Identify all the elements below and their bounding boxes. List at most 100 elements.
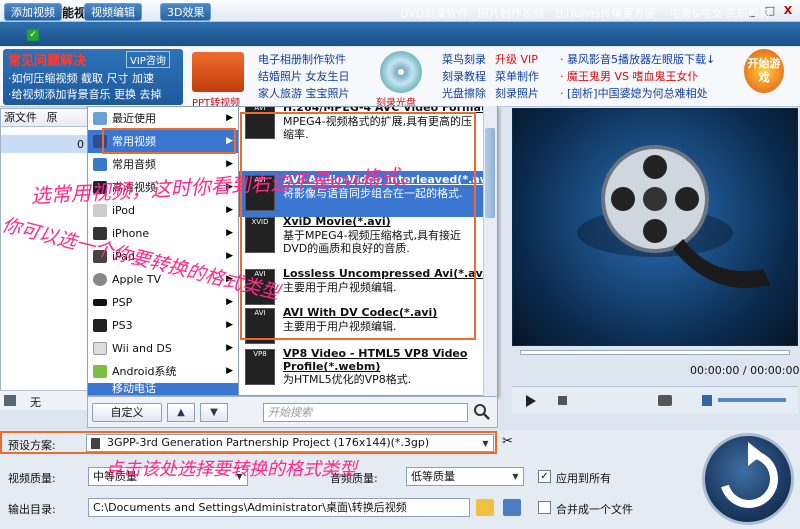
menu-item-label: Wii and DS [112,342,172,355]
menu-item-wii[interactable]: Wii and DS ▶ [88,337,239,360]
ipod-icon [93,204,107,217]
itunes-link[interactable]: 比iTunes传输更方便 [555,5,656,21]
vip-consult-link[interactable]: VIP咨询 [126,51,170,68]
toolbar [0,22,800,46]
news-link[interactable]: · 魔王鬼男 VS 嗜血鬼王女仆 [560,69,699,85]
faq-line[interactable]: ·给视频添加背景音乐 更换 去掉 [8,86,162,102]
ad-link[interactable]: 菜单制作 [495,69,539,85]
menu-item-mobile[interactable]: 移动电话 [88,383,239,395]
move-up-button[interactable]: ▲ [167,403,195,422]
source-column-header[interactable]: 源文件 [4,111,37,124]
menu-item-label: Apple TV [112,273,162,286]
menu-item-label: 移动电话 [112,383,156,395]
time-display: 00:00:00 / 00:00:00 [690,364,800,377]
scrollbar-thumb[interactable] [485,128,495,218]
chevron-down-icon: ▼ [512,472,519,481]
chevron-right-icon: ▶ [226,343,233,353]
chevron-right-icon: ▶ [226,320,233,330]
format-title: VP8 Video - HTML5 VP8 Video Profile(*.we… [283,347,468,373]
apply-all-checkbox[interactable]: ✓ [538,470,551,483]
chevron-right-icon: ▶ [226,297,233,307]
menu-item-recent[interactable]: 最近使用 ▶ [88,107,239,130]
edit-video-button[interactable]: 视频编辑 [84,3,142,21]
photo-video-link[interactable]: 照片制作视频 [478,5,544,21]
refresh-icon [721,442,778,508]
folder-icon[interactable] [476,499,494,516]
annotation-click-preset: 点击该处选择要转换的格式类型 [105,459,357,480]
settings-tool-icon[interactable]: ✂ [502,434,522,452]
add-video-button[interactable]: 添加视频 [4,3,62,21]
dvd-burn-link[interactable]: DVD刻录软件 [400,5,468,21]
psp-icon [93,299,107,306]
video-quality-label: 视频质量: [8,472,56,485]
chevron-right-icon: ▶ [226,228,233,238]
ad-link[interactable]: 升级 VIP [495,52,538,68]
file-list-panel: 源文件 原 0 [0,108,90,408]
chevron-right-icon: ▶ [226,366,233,376]
menu-item-ps3[interactable]: PS3 ▶ [88,314,239,337]
audio-icon [93,158,107,171]
search-input[interactable]: 开始搜索 [263,403,468,422]
ps3-icon [93,319,107,332]
ad-link[interactable]: 电子相册制作软件 [258,52,346,68]
move-down-button[interactable]: ▼ [200,403,228,422]
faq-line[interactable]: ·如何压缩视频 截取 尺寸 加速 [8,70,154,86]
ad-link[interactable]: 刻录照片 [495,86,539,102]
android-icon [93,365,107,378]
chevron-right-icon: ▶ [226,113,233,123]
search-icon[interactable] [472,402,492,422]
format-item-vp8[interactable]: VP8 VP8 Video - HTML5 VP8 Video Profile(… [239,345,484,395]
ppt-icon[interactable] [192,52,244,92]
3d-effect-button[interactable]: 3D效果 [160,3,212,21]
ad-link[interactable]: 菜鸟刻录 [442,52,486,68]
custom-button[interactable]: 自定义 [92,403,162,422]
camera-icon[interactable] [658,395,672,406]
ad-link[interactable]: 结婚照片 女友生日 [258,69,350,85]
open-folder-icon[interactable] [503,499,521,516]
menu-item-label: Android系统 [112,365,177,378]
subtitle-icon [4,395,16,406]
menu-item-label: 常用音频 [112,158,156,171]
stop-icon[interactable] [558,396,567,405]
game-badge[interactable]: 开始游戏 [744,49,784,93]
menu-item-psp[interactable]: PSP ▶ [88,291,239,314]
subtitle-select[interactable]: 无 [0,390,90,410]
file-row[interactable] [1,135,89,153]
seek-bar[interactable] [520,350,790,355]
faq-title: 常见问题解决 [8,54,87,69]
audio-quality-select[interactable]: 低等质量 ▼ [406,467,524,486]
ad-link[interactable]: 家人旅游 宝宝照片 [258,86,350,102]
subtitle-value: 无 [30,396,41,409]
original-column-header[interactable]: 原 [47,111,58,124]
menu-item-label: iPod [112,204,136,217]
disc-icon[interactable] [380,51,422,93]
play-icon[interactable] [526,395,536,407]
film-icon: VP8 [245,349,275,385]
highlight-box-common-video [102,128,236,154]
output-dir-field[interactable]: C:\Documents and Settings\Administrator\… [88,498,470,517]
convert-button[interactable] [702,433,794,525]
wii-icon [93,342,107,355]
ad-link[interactable]: 光盘擦除 [442,86,486,102]
output-dir-label: 输出目录: [8,503,56,516]
merge-checkbox[interactable] [538,501,551,514]
volume-icon[interactable] [702,395,712,406]
volume-slider[interactable] [718,398,786,402]
highlight-box-preset [0,431,497,454]
file-checkbox[interactable]: ✓ [27,29,39,41]
highlight-box-avi-formats [240,112,476,340]
format-desc: 为HTML5优化的VP8格式. [283,373,412,386]
apply-all-label: 应用到所有 [556,472,611,485]
game-link[interactable]: 宅男&宅女 先玩再爽 [670,5,770,21]
chevron-right-icon: ▶ [226,205,233,215]
audio-quality-value: 低等质量 [411,470,455,483]
news-link[interactable]: · 暴风影音5播放器左眼版下载↓ [560,52,715,68]
close-button[interactable]: X [780,3,796,18]
file-row-index: 0 [77,138,84,151]
news-link[interactable]: · [剖析]中国婆媳为何总难相处 [560,86,708,102]
menu-item-label: PS3 [112,319,133,332]
menu-item-android[interactable]: Android系统 ▶ [88,360,239,383]
video-preview [512,108,798,346]
file-list-header: 源文件 原 [1,109,89,127]
ad-link[interactable]: 刻录教程 [442,69,486,85]
